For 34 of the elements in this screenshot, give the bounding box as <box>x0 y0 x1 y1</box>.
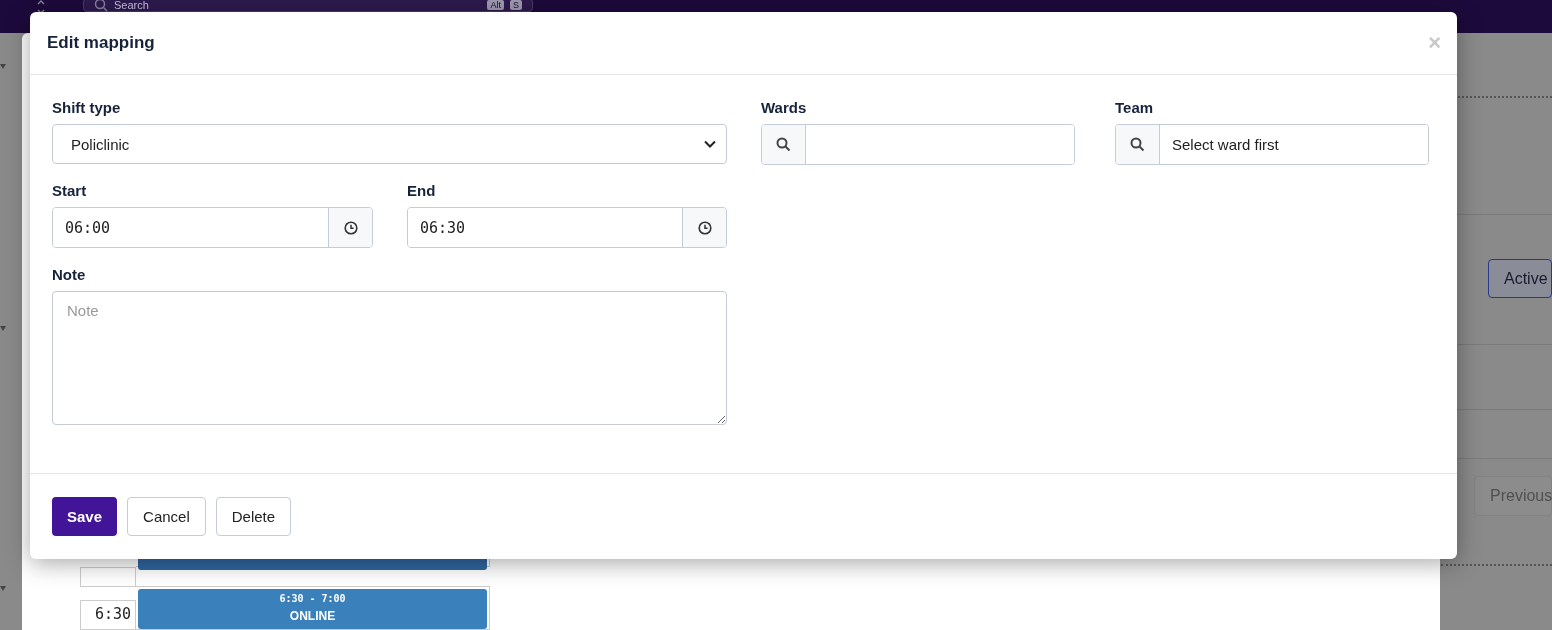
chevron-icon <box>704 140 716 148</box>
search-input[interactable]: Search <box>114 0 482 11</box>
time-cell: 6:30 <box>80 600 136 629</box>
event-time: 6:30 - 7:00 <box>279 593 346 604</box>
dialog-button[interactable]: Delete <box>215 497 292 536</box>
search-icon <box>1130 137 1145 152</box>
search-field[interactable]: Search Alt S <box>83 0 533 12</box>
field-label: End <box>407 182 437 199</box>
field-label: Wards <box>761 99 808 116</box>
clock-icon <box>697 220 712 235</box>
search-icon <box>776 137 791 152</box>
filter-button[interactable]: Active <box>1488 259 1552 298</box>
time-field[interactable]: 06:00 <box>52 207 373 248</box>
caret-icon <box>0 586 6 591</box>
dialog-button[interactable]: Cancel <box>127 497 206 536</box>
field-label: Note <box>52 266 87 283</box>
wards-search-field[interactable] <box>761 124 1075 165</box>
field-label: Team <box>1115 99 1155 116</box>
event-label: ONLINE <box>289 609 336 623</box>
clock-icon <box>343 220 358 235</box>
dialog-title: Edit mapping <box>47 33 155 53</box>
shortcut-key: Alt <box>487 0 504 10</box>
calendar-event[interactable]: 6:30 - 7:00 ONLINE <box>138 589 487 629</box>
time-field[interactable]: 06:30 <box>407 207 727 248</box>
save-button[interactable]: Save <box>52 497 118 536</box>
shift-type-select[interactable]: Policlinic <box>52 124 727 164</box>
field-label: Start <box>52 182 88 199</box>
field-label: Shift type <box>52 99 122 116</box>
caret-icon <box>0 64 6 69</box>
team-search-field[interactable]: Select ward first <box>1115 124 1429 165</box>
caret-icon <box>0 326 6 331</box>
shortcut-key: S <box>510 0 522 10</box>
note-field[interactable]: Note <box>52 291 727 425</box>
search-icon <box>94 0 108 12</box>
